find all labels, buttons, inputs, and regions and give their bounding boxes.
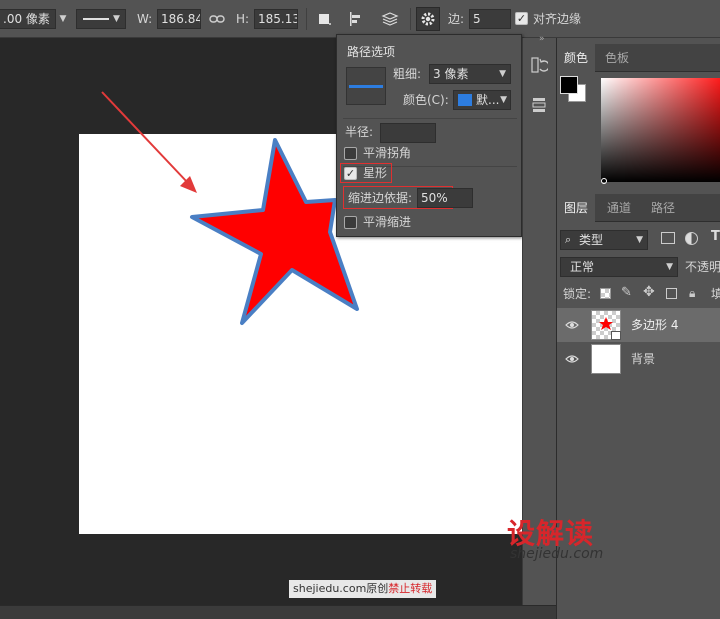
eye-icon[interactable] xyxy=(565,352,579,366)
opacity-label: 不透明 xyxy=(685,260,720,274)
blend-mode-value: 正常 xyxy=(570,260,595,274)
layer-row-polygon[interactable]: 多边形 4 xyxy=(557,308,720,342)
smooth-indent-label: 平滑缩进 xyxy=(363,215,412,229)
layer-name[interactable]: 多边形 4 xyxy=(631,315,678,335)
width-input[interactable]: 186.84 xyxy=(157,9,201,29)
indent-input[interactable]: 50% xyxy=(417,188,473,208)
star-checkbox[interactable]: ✓ xyxy=(344,167,357,180)
type-filter-icon[interactable]: T xyxy=(711,229,720,244)
tab-swatches[interactable]: 色板 xyxy=(597,44,637,72)
divider xyxy=(410,8,411,30)
star-label: 星形 xyxy=(363,166,388,180)
layer-row-background[interactable]: 背景 xyxy=(557,342,720,376)
divider xyxy=(343,118,517,119)
indent-value: 50% xyxy=(421,191,448,205)
chevron-down-icon: ▼ xyxy=(666,262,673,272)
align-edges-label: 对齐边缘 xyxy=(533,12,582,26)
color-swatch xyxy=(458,94,472,106)
link-icon[interactable] xyxy=(205,7,229,31)
divider xyxy=(306,8,307,30)
sides-input[interactable]: 5 xyxy=(469,9,511,29)
collapse-icon[interactable]: » xyxy=(539,34,545,44)
weight-dropdown[interactable]: 3 像素 ▼ xyxy=(429,64,511,84)
sides-label: 边: xyxy=(448,12,465,26)
adjustments-icon[interactable] xyxy=(528,94,550,116)
height-value: 185.13 xyxy=(258,12,298,26)
height-label: H: xyxy=(236,12,250,26)
watermark-url: shejiedu.com xyxy=(510,546,604,562)
stroke-width-value: .00 像素 xyxy=(3,12,50,26)
stroke-width-field[interactable]: .00 像素 xyxy=(0,9,56,29)
chevron-down-icon[interactable]: ▼ xyxy=(56,10,70,28)
layer-thumbnail xyxy=(591,344,621,374)
eye-icon[interactable] xyxy=(565,318,579,332)
tab-layers[interactable]: 图层 xyxy=(557,194,595,222)
crop-icon[interactable] xyxy=(666,288,677,299)
stroke-type-dropdown[interactable]: ▼ xyxy=(76,9,126,29)
brush-icon[interactable]: ✎ xyxy=(621,285,632,300)
chevron-down-icon: ▼ xyxy=(500,95,507,105)
path-alignment-icon[interactable] xyxy=(344,7,368,31)
foreground-color-swatch[interactable] xyxy=(560,76,578,94)
path-operations-icon[interactable] xyxy=(312,7,336,31)
stroke-preview-line xyxy=(349,85,383,88)
options-bar: .00 像素 ▼ ▼ W: 186.84 H: 185.13 边: 5 ✓ 对齐… xyxy=(0,0,720,38)
tab-channels[interactable]: 通道 xyxy=(599,194,639,222)
stroke-preview xyxy=(346,67,386,105)
horizontal-scrollbar[interactable] xyxy=(0,605,556,619)
color-dropdown[interactable]: 默... ▼ xyxy=(453,90,511,110)
layer-filter-dropdown[interactable]: ⌕ 类型 ▼ xyxy=(560,230,648,250)
color-panel-tabs: 颜色 色板 xyxy=(557,44,720,72)
sides-value: 5 xyxy=(473,12,481,26)
lock-icon[interactable]: 🔒︎ xyxy=(689,286,695,301)
chevron-down-icon: ▼ xyxy=(113,14,120,24)
color-picker-field[interactable] xyxy=(601,78,720,182)
path-arrangement-icon[interactable] xyxy=(378,7,402,31)
shape-layer-icon xyxy=(611,331,621,340)
smooth-indent-checkbox[interactable] xyxy=(344,216,357,229)
color-picker-cursor[interactable] xyxy=(601,178,607,184)
color-label: 颜色(C): xyxy=(403,93,449,107)
smooth-corners-checkbox[interactable] xyxy=(344,147,357,160)
lock-transparency-icon[interactable] xyxy=(600,288,611,299)
chevron-down-icon: ▼ xyxy=(499,69,506,79)
adjustment-filter-icon[interactable] xyxy=(685,232,698,245)
watermark-bar: shejiedu.com原创禁止转载 xyxy=(289,580,437,598)
blend-mode-dropdown[interactable]: 正常 ▼ xyxy=(560,257,678,277)
layer-filter-value: 类型 xyxy=(579,233,604,247)
layer-thumbnail xyxy=(591,310,621,340)
tab-color[interactable]: 颜色 xyxy=(557,44,595,72)
radius-input[interactable] xyxy=(380,123,436,143)
fill-label: 填 xyxy=(711,287,720,301)
indent-label: 缩进边依据: xyxy=(348,191,413,205)
image-filter-icon[interactable] xyxy=(661,232,675,244)
watermark-bar-site: shejiedu.com原创 xyxy=(293,582,389,595)
width-label: W: xyxy=(137,12,153,26)
lock-label: 锁定: xyxy=(563,287,592,301)
search-icon: ⌕ xyxy=(565,233,572,246)
align-edges-checkbox[interactable]: ✓ xyxy=(515,12,528,25)
gear-icon[interactable] xyxy=(416,7,440,31)
history-icon[interactable] xyxy=(528,54,550,76)
layers-panel-tabs: 图层 通道 路径 xyxy=(557,194,720,222)
weight-value: 3 像素 xyxy=(433,67,469,81)
stroke-line-preview xyxy=(83,18,109,20)
weight-label: 粗细: xyxy=(393,67,422,81)
height-input[interactable]: 185.13 xyxy=(254,9,298,29)
path-options-popup: 路径选项 粗细: 3 像素 ▼ 颜色(C): 默... ▼ 半径: 平滑拐角 ✓… xyxy=(336,34,522,237)
watermark-bar-warning: 禁止转载 xyxy=(388,582,433,595)
move-icon[interactable]: ✥ xyxy=(643,284,655,300)
popup-title: 路径选项 xyxy=(347,45,396,59)
smooth-corners-label: 平滑拐角 xyxy=(363,146,412,160)
tab-paths[interactable]: 路径 xyxy=(643,194,683,222)
color-value: 默... xyxy=(476,93,500,107)
layer-name[interactable]: 背景 xyxy=(631,349,655,369)
chevron-down-icon: ▼ xyxy=(636,235,643,245)
radius-label: 半径: xyxy=(345,125,374,139)
width-value: 186.84 xyxy=(161,12,201,26)
